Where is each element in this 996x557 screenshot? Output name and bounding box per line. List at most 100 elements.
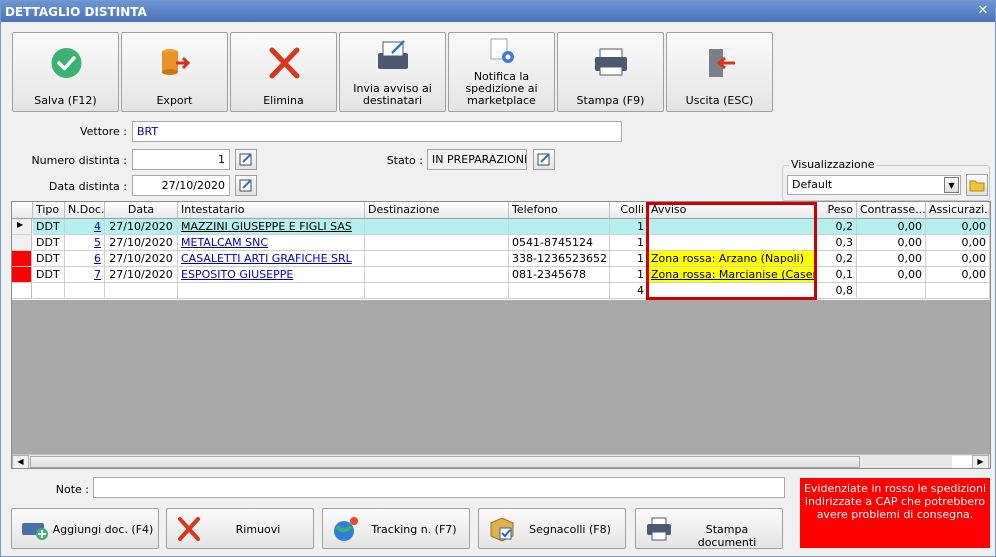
cell-telefono[interactable] bbox=[509, 219, 610, 235]
cell-contrassegno[interactable]: 0,00 bbox=[857, 267, 926, 283]
intestatario-link[interactable]: CASALETTI ARTI GRAFICHE SRL bbox=[181, 252, 352, 265]
chevron-down-icon[interactable]: ▼ bbox=[944, 177, 959, 193]
stato-label: Stato : bbox=[386, 154, 423, 167]
cell-assicurazione[interactable]: 0,00 bbox=[926, 219, 990, 235]
cell-data[interactable]: 27/10/2020 bbox=[105, 219, 178, 235]
intestatario-link[interactable]: ESPOSITO GIUSEPPE bbox=[181, 268, 293, 281]
cell-peso[interactable]: 0,2 bbox=[816, 219, 857, 235]
cell-ndoc[interactable]: 6 bbox=[65, 251, 105, 267]
delete-button[interactable]: Elimina bbox=[230, 32, 337, 112]
cell-contrassegno[interactable]: 0,00 bbox=[857, 251, 926, 267]
row-selector-current[interactable]: ▶ bbox=[12, 219, 32, 235]
scroll-right-icon[interactable]: ▶ bbox=[972, 455, 989, 468]
row-selector-red-marker[interactable] bbox=[12, 251, 32, 267]
ndoc-link[interactable]: 4 bbox=[94, 220, 101, 233]
intestatario-link[interactable]: MAZZINI GIUSEPPE E FIGLI SAS bbox=[181, 220, 352, 233]
cell-telefono[interactable]: 081-2345678 bbox=[509, 267, 610, 283]
cell-tipo[interactable]: DDT bbox=[33, 219, 65, 235]
notify-marketplace-button[interactable]: Notifica la spedizione ai marketplace bbox=[448, 32, 555, 112]
cell-intestatario[interactable]: MAZZINI GIUSEPPE E FIGLI SAS bbox=[178, 219, 365, 235]
data-distinta-field[interactable]: 27/10/2020 bbox=[132, 175, 230, 196]
cell-data[interactable]: 27/10/2020 bbox=[105, 251, 178, 267]
col-header-peso[interactable]: Peso bbox=[816, 202, 857, 219]
scroll-left-icon[interactable]: ◀ bbox=[12, 455, 29, 468]
horizontal-scrollbar[interactable]: ◀ ▶ bbox=[12, 454, 990, 468]
cell-assicurazione[interactable]: 0,00 bbox=[926, 251, 990, 267]
ndoc-link[interactable]: 7 bbox=[94, 268, 101, 281]
cell-intestatario[interactable]: CASALETTI ARTI GRAFICHE SRL bbox=[178, 251, 365, 267]
numero-distinta-label: Numero distinta : bbox=[31, 154, 127, 167]
vettore-field[interactable]: BRT bbox=[132, 121, 622, 142]
cell-tipo[interactable]: DDT bbox=[33, 267, 65, 283]
cell-tipo[interactable]: DDT bbox=[33, 235, 65, 251]
save-button[interactable]: Salva (F12) bbox=[12, 32, 119, 112]
close-icon[interactable]: ✕ bbox=[975, 3, 991, 19]
cell-ndoc[interactable]: 4 bbox=[65, 219, 105, 235]
cell-destinazione[interactable] bbox=[365, 251, 509, 267]
cell-peso[interactable]: 0,1 bbox=[816, 267, 857, 283]
send-notice-label: Invia avviso ai destinatari bbox=[353, 82, 432, 107]
col-header-tipo[interactable]: Tipo bbox=[33, 202, 65, 219]
edit-numero-button[interactable] bbox=[235, 149, 257, 170]
cell-contrassegno[interactable]: 0,00 bbox=[857, 235, 926, 251]
cell-data[interactable]: 27/10/2020 bbox=[105, 267, 178, 283]
delete-x-icon bbox=[269, 47, 300, 79]
cell-tipo[interactable]: DDT bbox=[33, 251, 65, 267]
cell-intestatario[interactable]: ESPOSITO GIUSEPPE bbox=[178, 267, 365, 283]
edit-stato-button[interactable] bbox=[533, 149, 555, 170]
tracking-button[interactable]: Tracking n. (F7) bbox=[322, 508, 470, 549]
cell-colli[interactable]: 1 bbox=[610, 219, 648, 235]
cell-data[interactable]: 27/10/2020 bbox=[105, 235, 178, 251]
ndoc-link[interactable]: 6 bbox=[94, 252, 101, 265]
red-zone-legend: Evidenziate in rosso le spedizioni indir… bbox=[800, 478, 990, 548]
cell-peso[interactable]: 0,3 bbox=[816, 235, 857, 251]
cell-contrassegno[interactable]: 0,00 bbox=[857, 219, 926, 235]
cell-intestatario[interactable]: METALCAM SNC bbox=[178, 235, 365, 251]
visualizzazione-select[interactable]: Default ▼ bbox=[787, 175, 961, 195]
col-header-contrassegno[interactable]: Contrasse... bbox=[857, 202, 926, 219]
intestatario-link[interactable]: METALCAM SNC bbox=[181, 236, 268, 249]
cell-colli[interactable]: 1 bbox=[610, 251, 648, 267]
cell-assicurazione[interactable]: 0,00 bbox=[926, 235, 990, 251]
cell-ndoc[interactable]: 7 bbox=[65, 267, 105, 283]
cell-telefono[interactable]: 0541-8745124 bbox=[509, 235, 610, 251]
cell-colli[interactable]: 1 bbox=[610, 267, 648, 283]
segnacolli-button[interactable]: Segnacolli (F8) bbox=[478, 508, 626, 549]
edit-data-button[interactable] bbox=[235, 175, 257, 196]
col-header-assicurazione[interactable]: Assicurazi... bbox=[926, 202, 990, 219]
col-header-ndoc[interactable]: N.Doc. bbox=[65, 202, 105, 219]
exit-door-icon bbox=[709, 49, 735, 77]
row-selector-red-marker[interactable] bbox=[12, 267, 32, 283]
cell-destinazione[interactable] bbox=[365, 235, 509, 251]
totals-empty bbox=[105, 283, 178, 299]
exit-button[interactable]: Uscita (ESC) bbox=[666, 32, 773, 112]
col-header-data[interactable]: Data bbox=[105, 202, 178, 219]
numero-distinta-field[interactable]: 1 bbox=[132, 149, 230, 170]
cell-colli[interactable]: 1 bbox=[610, 235, 648, 251]
scroll-thumb[interactable] bbox=[30, 456, 860, 468]
send-notice-button[interactable]: Invia avviso ai destinatari bbox=[339, 32, 446, 112]
open-folder-button[interactable] bbox=[966, 174, 988, 196]
cell-telefono[interactable]: 338-1236523652 bbox=[509, 251, 610, 267]
export-button[interactable]: Export bbox=[121, 32, 228, 112]
cell-ndoc[interactable]: 5 bbox=[65, 235, 105, 251]
totals-row-header bbox=[12, 283, 32, 299]
check-icon bbox=[51, 48, 82, 78]
note-field[interactable] bbox=[93, 477, 785, 498]
remove-button[interactable]: Rimuovi bbox=[166, 508, 314, 549]
cell-destinazione[interactable] bbox=[365, 267, 509, 283]
col-header-destinazione[interactable]: Destinazione bbox=[365, 202, 509, 219]
add-document-button[interactable]: Aggiungi doc. (F4) bbox=[11, 508, 159, 549]
print-button[interactable]: Stampa (F9) bbox=[557, 32, 664, 112]
totals-empty bbox=[178, 283, 365, 299]
dettaglio-distinta-window: DETTAGLIO DISTINTA ✕ Salva (F12) Export … bbox=[0, 0, 996, 557]
col-header-telefono[interactable]: Telefono bbox=[509, 202, 610, 219]
cell-peso[interactable]: 0,2 bbox=[816, 251, 857, 267]
cell-destinazione[interactable] bbox=[365, 219, 509, 235]
col-header-colli[interactable]: Colli bbox=[610, 202, 648, 219]
print-documents-button[interactable]: Stampa documenti bbox=[635, 508, 783, 549]
row-selector[interactable] bbox=[12, 235, 32, 251]
cell-assicurazione[interactable]: 0,00 bbox=[926, 267, 990, 283]
ndoc-link[interactable]: 5 bbox=[94, 236, 101, 249]
col-header-intestatario[interactable]: Intestatario bbox=[178, 202, 365, 219]
